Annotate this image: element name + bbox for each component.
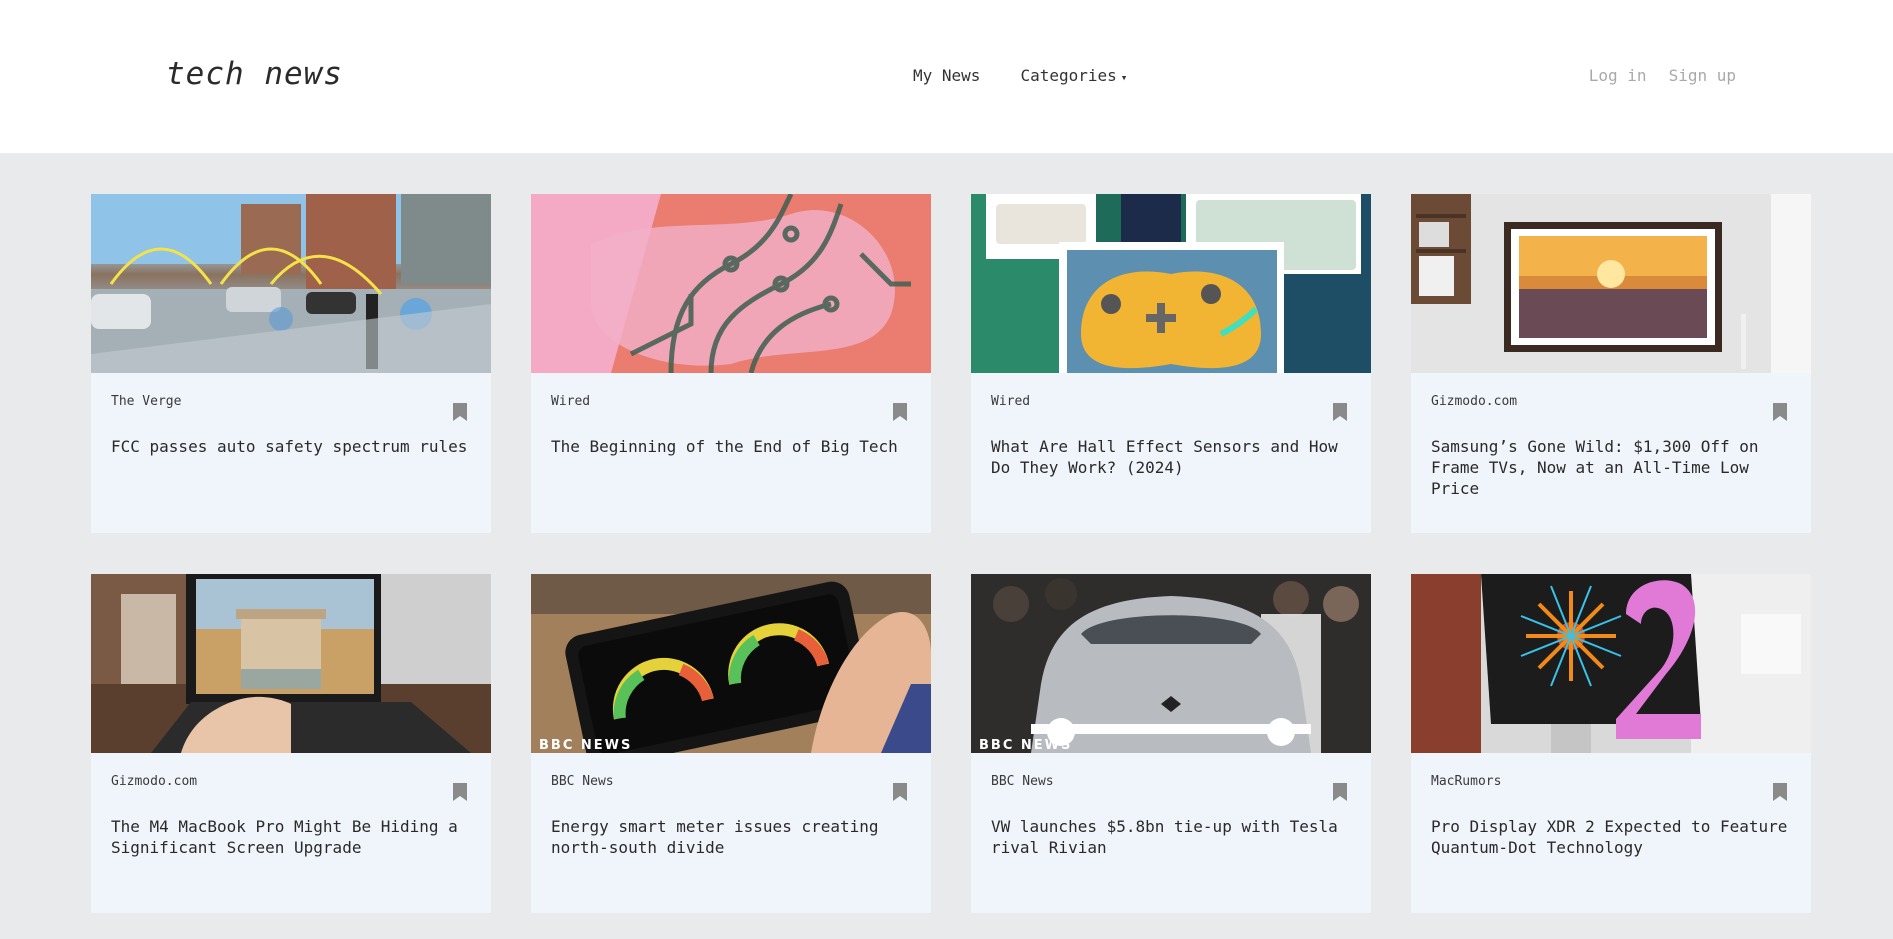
article-image	[1411, 574, 1811, 753]
article-card[interactable]: Wired What Are Hall Effect Sensors and H…	[971, 194, 1371, 533]
article-card[interactable]: MacRumors Pro Display XDR 2 Expected to …	[1411, 574, 1811, 913]
article-card[interactable]: BBC NEWS BBC News Energy smart meter iss…	[531, 574, 931, 913]
article-title[interactable]: FCC passes auto safety spectrum rules	[111, 436, 471, 457]
bookmark-icon[interactable]	[1333, 783, 1347, 801]
article-card[interactable]: Gizmodo.com The M4 MacBook Pro Might Be …	[91, 574, 491, 913]
signup-link[interactable]: Sign up	[1669, 66, 1736, 85]
bookmark-icon[interactable]	[1333, 403, 1347, 421]
article-grid: The Verge FCC passes auto safety spectru…	[91, 194, 1811, 913]
site-logo[interactable]: tech news	[166, 56, 343, 92]
article-image	[1411, 194, 1811, 373]
nav-categories-label: Categories	[1020, 66, 1117, 85]
article-source: The Verge	[111, 394, 182, 409]
nav-categories[interactable]: Categories ▾	[1020, 66, 1127, 85]
bookmark-icon[interactable]	[453, 403, 467, 421]
article-title[interactable]: VW launches $5.8bn tie-up with Tesla riv…	[991, 816, 1351, 858]
article-image	[971, 194, 1371, 373]
bookmark-icon[interactable]	[1773, 403, 1787, 421]
image-watermark: BBC NEWS	[979, 738, 1073, 753]
article-source: BBC News	[551, 774, 614, 789]
bookmark-icon[interactable]	[453, 783, 467, 801]
article-title[interactable]: The M4 MacBook Pro Might Be Hiding a Sig…	[111, 816, 471, 858]
auth-links: Log in Sign up	[1589, 66, 1736, 85]
login-link[interactable]: Log in	[1589, 66, 1647, 85]
article-source: Gizmodo.com	[1431, 394, 1518, 409]
main-nav: My News Categories ▾	[913, 66, 1127, 85]
article-title[interactable]: What Are Hall Effect Sensors and How Do …	[991, 436, 1351, 478]
bookmark-icon[interactable]	[1773, 783, 1787, 801]
bookmark-icon[interactable]	[893, 783, 907, 801]
article-image	[91, 574, 491, 753]
article-source: Wired	[551, 394, 591, 409]
article-card[interactable]: Gizmodo.com Samsung’s Gone Wild: $1,300 …	[1411, 194, 1811, 533]
article-image: BBC NEWS	[531, 574, 931, 753]
article-source: Gizmodo.com	[111, 774, 198, 789]
site-header: tech news My News Categories ▾ Log in Sig…	[0, 0, 1893, 153]
article-card[interactable]: Wired The Beginning of the End of Big Te…	[531, 194, 931, 533]
article-image	[91, 194, 491, 373]
article-source: MacRumors	[1431, 774, 1502, 789]
article-image: BBC NEWS	[971, 574, 1371, 753]
bookmark-icon[interactable]	[893, 403, 907, 421]
article-title[interactable]: The Beginning of the End of Big Tech	[551, 436, 911, 457]
article-image	[531, 194, 931, 373]
article-card[interactable]: BBC NEWS BBC News VW launches $5.8bn tie…	[971, 574, 1371, 913]
chevron-down-icon: ▾	[1120, 71, 1128, 84]
article-title[interactable]: Energy smart meter issues creating north…	[551, 816, 911, 858]
article-card[interactable]: The Verge FCC passes auto safety spectru…	[91, 194, 491, 533]
nav-my-news[interactable]: My News	[913, 66, 980, 85]
article-title[interactable]: Pro Display XDR 2 Expected to Feature Qu…	[1431, 816, 1791, 858]
image-watermark: BBC NEWS	[539, 738, 633, 753]
article-source: Wired	[991, 394, 1031, 409]
article-title[interactable]: Samsung’s Gone Wild: $1,300 Off on Frame…	[1431, 436, 1791, 499]
article-source: BBC News	[991, 774, 1054, 789]
